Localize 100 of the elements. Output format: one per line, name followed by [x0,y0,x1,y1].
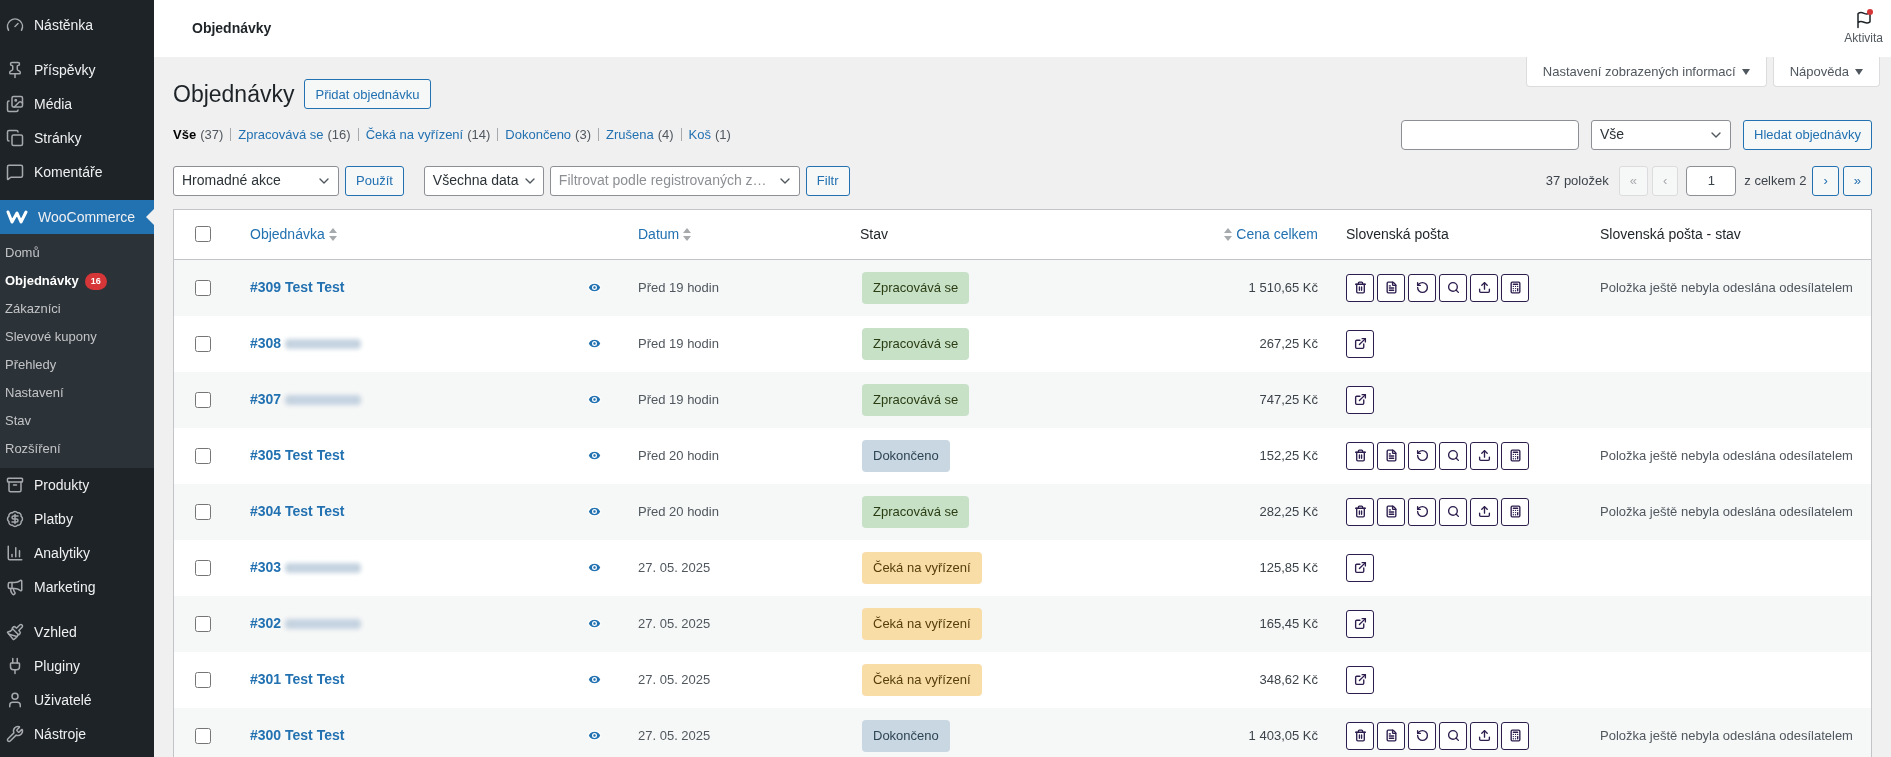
row-checkbox[interactable] [195,503,211,520]
order-link[interactable]: #305 Test Test [250,445,345,466]
submenu-item[interactable]: Zákazníci [0,295,154,323]
last-page-button[interactable]: » [1842,165,1872,196]
sidebar-menu-item[interactable]: Média [0,87,154,121]
select-all-checkbox[interactable] [195,226,211,242]
row-checkbox[interactable] [195,671,211,688]
submenu-item[interactable]: Domů [0,239,154,267]
order-link[interactable]: #302 [250,613,282,634]
trash-button[interactable] [1346,721,1374,750]
status-filter-link[interactable]: Koš [688,124,711,145]
calculator-button[interactable] [1501,273,1529,302]
sidebar-menu-item[interactable]: Uživatelé [0,683,154,717]
activity-button[interactable]: Aktivita [1844,10,1883,47]
document-button[interactable] [1377,273,1405,302]
search-field[interactable] [1401,119,1580,150]
sidebar-menu-item[interactable]: Pluginy [0,649,154,683]
column-header[interactable]: Objednávka [250,223,325,245]
document-button[interactable] [1377,497,1405,526]
eye-icon[interactable] [587,616,602,631]
trash-button[interactable] [1346,497,1374,526]
search-button[interactable] [1439,273,1467,302]
eye-icon[interactable] [587,560,602,575]
trash-button[interactable] [1346,273,1374,302]
eye-icon[interactable] [587,728,602,743]
eye-icon[interactable] [587,280,602,295]
date-select[interactable]: Všechna data [423,165,544,196]
eye-icon[interactable] [587,336,602,351]
refresh-button[interactable] [1408,441,1436,470]
status-filter-link[interactable]: Dokončeno [505,124,572,145]
sidebar-menu-item[interactable]: WooCommerce [0,200,154,234]
search-orders-button[interactable]: Hledat objednávky [1743,119,1872,150]
column-header[interactable]: Cena celkem [1236,223,1318,245]
external-link-button[interactable] [1346,609,1374,638]
status-filter-link[interactable]: Čeká na vyřízení [365,124,464,145]
upload-button[interactable] [1470,441,1498,470]
order-link[interactable]: #309 Test Test [250,277,345,298]
screen-meta-tab[interactable]: Nápověda [1772,57,1880,87]
row-checkbox[interactable] [195,559,211,576]
calculator-button[interactable] [1501,441,1529,470]
submenu-item[interactable]: Stav [0,407,154,435]
document-button[interactable] [1377,721,1405,750]
submenu-item[interactable]: Rozšíření [0,435,154,463]
eye-icon[interactable] [587,672,602,687]
sidebar-menu-item[interactable]: Platby [0,502,154,536]
page-number-field[interactable]: 1 [1686,165,1737,196]
status-select[interactable]: Vše [1591,119,1732,150]
external-link-button[interactable] [1346,329,1374,358]
search-button[interactable] [1439,441,1467,470]
sidebar-menu-item[interactable]: Nástěnka [0,8,154,42]
next-page-button[interactable]: › [1812,165,1839,196]
row-checkbox[interactable] [195,391,211,408]
row-checkbox[interactable] [195,335,211,352]
row-checkbox[interactable] [195,615,211,632]
submenu-item[interactable]: Slevové kupony [0,323,154,351]
add-order-button[interactable]: Přidat objednávku [304,79,431,110]
search-button[interactable] [1439,497,1467,526]
trash-button[interactable] [1346,441,1374,470]
order-link[interactable]: #301 Test Test [250,669,345,690]
order-link[interactable]: #300 Test Test [250,725,345,746]
sidebar-menu-item[interactable]: Komentáře [0,155,154,189]
sidebar-menu-item[interactable]: Produkty [0,468,154,502]
screen-meta-tab[interactable]: Nastavení zobrazených informací [1525,57,1767,87]
row-checkbox[interactable] [195,447,211,464]
sidebar-menu-item[interactable]: Marketing [0,570,154,604]
order-link[interactable]: #308 [250,333,282,354]
order-link[interactable]: #304 Test Test [250,501,345,522]
row-checkbox[interactable] [195,279,211,296]
search-button[interactable] [1439,721,1467,750]
column-header[interactable]: Datum [638,223,680,245]
sidebar-menu-item[interactable]: Nástroje [0,717,154,751]
order-link[interactable]: #303 [250,557,282,578]
refresh-button[interactable] [1408,721,1436,750]
upload-button[interactable] [1470,273,1498,302]
status-filter-link[interactable]: Vše [173,124,197,145]
apply-button[interactable]: Použít [345,165,404,196]
eye-icon[interactable] [587,504,602,519]
order-link[interactable]: #307 [250,389,282,410]
external-link-button[interactable] [1346,385,1374,414]
status-filter-link[interactable]: Zrušena [606,124,654,145]
sidebar-menu-item[interactable]: Vzhled [0,615,154,649]
submenu-item[interactable]: Nastavení [0,379,154,407]
external-link-button[interactable] [1346,553,1374,582]
sidebar-menu-item[interactable]: Analytiky [0,536,154,570]
external-link-button[interactable] [1346,665,1374,694]
calculator-button[interactable] [1501,721,1529,750]
eye-icon[interactable] [587,448,602,463]
refresh-button[interactable] [1408,497,1436,526]
upload-button[interactable] [1470,721,1498,750]
eye-icon[interactable] [587,392,602,407]
row-checkbox[interactable] [195,727,211,744]
calculator-button[interactable] [1501,497,1529,526]
sidebar-menu-item[interactable]: Příspěvky [0,53,154,87]
refresh-button[interactable] [1408,273,1436,302]
status-filter-link[interactable]: Zpracovává se [238,124,324,145]
document-button[interactable] [1377,441,1405,470]
filter-button[interactable]: Filtr [805,165,850,196]
bulk-action-select[interactable]: Hromadné akce [173,165,339,196]
submenu-item[interactable]: Objednávky 16 [0,267,154,295]
upload-button[interactable] [1470,497,1498,526]
